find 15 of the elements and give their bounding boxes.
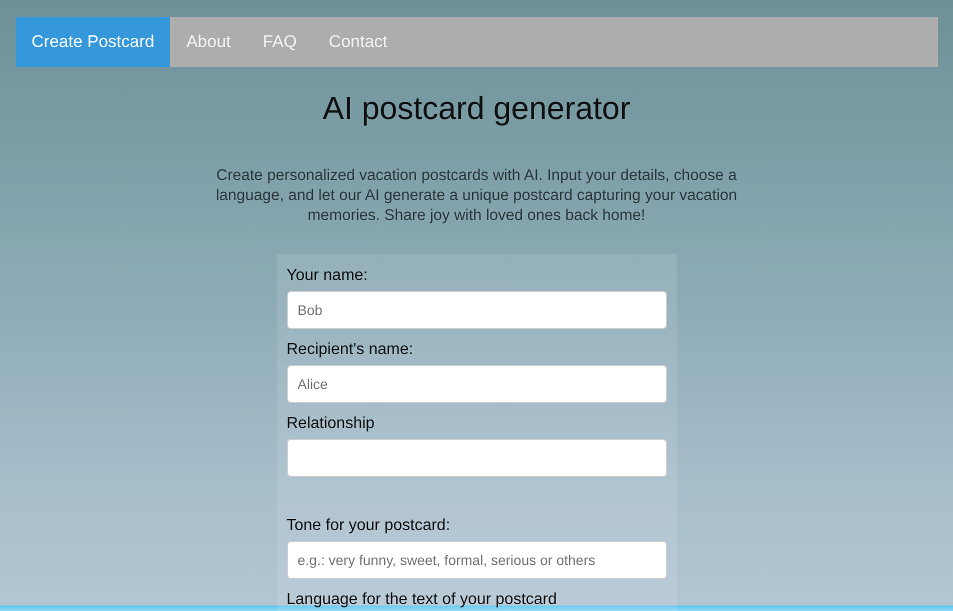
field-label: Language for the text of your postcard xyxy=(286,591,558,609)
text-input[interactable] xyxy=(286,439,666,477)
nav-tab[interactable]: Create Postcard xyxy=(16,17,170,67)
field-label: Your name: xyxy=(286,267,369,285)
text-input[interactable]: e.g.: very funny, sweet, formal, serious or others xyxy=(286,541,666,579)
page-title: AI postcard generator xyxy=(322,89,630,128)
field-label: Recipient's name: xyxy=(286,341,414,359)
field-label: Tone for your postcard: xyxy=(286,517,452,535)
nav-tab[interactable]: FAQ xyxy=(246,17,313,67)
intro-text: Create personalized vacation postcards with AI. Input your details, choose a language, and let our AI generate a unique postcard capturing your vacation memories. Share joy with loved ones back home! xyxy=(214,166,738,226)
field-label: Relationship xyxy=(286,415,376,433)
text-input[interactable]: Alice xyxy=(286,365,666,403)
nav-tab[interactable]: About xyxy=(170,17,247,67)
nav-tab[interactable]: Contact xyxy=(312,17,404,67)
text-input[interactable]: Bob xyxy=(286,291,666,329)
